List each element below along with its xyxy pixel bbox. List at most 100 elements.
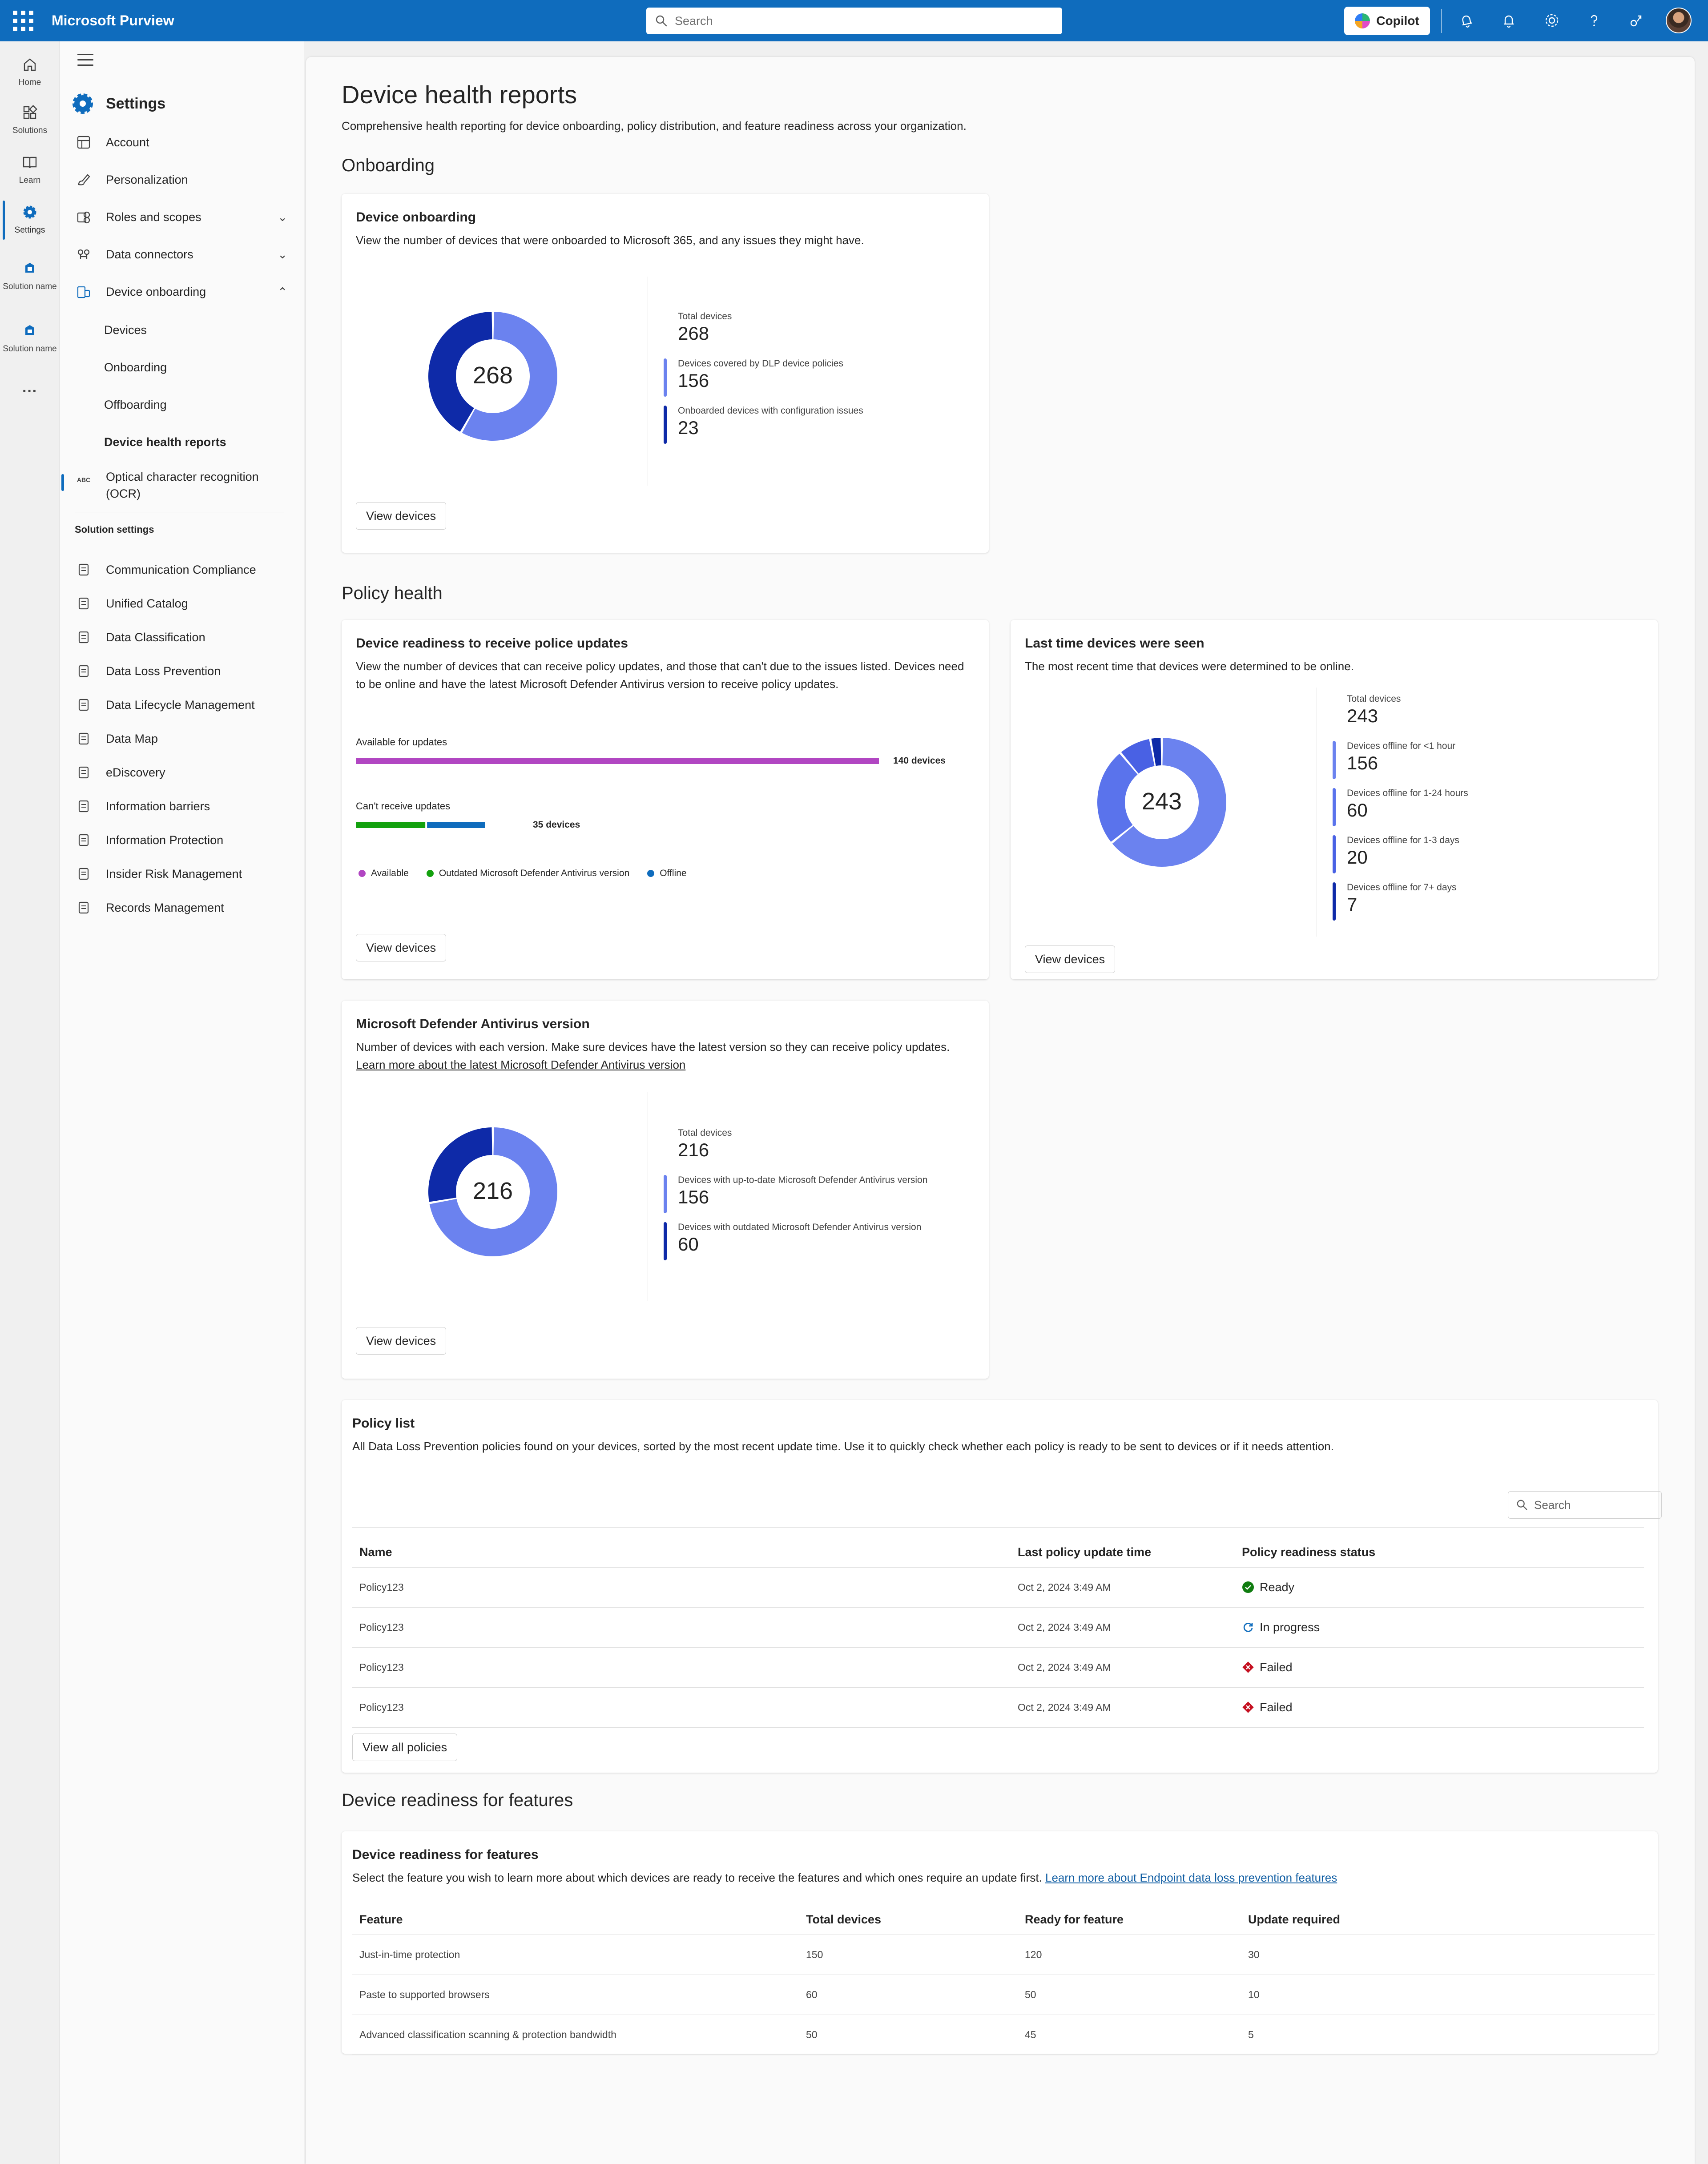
- policy-name-cell[interactable]: Policy123: [352, 1567, 1011, 1608]
- table-row[interactable]: Policy123 Oct 2, 2024 3:49 AM In progress: [352, 1607, 1644, 1648]
- nav-solution-label: Information Protection: [106, 833, 224, 847]
- rail-more-button[interactable]: ···: [0, 383, 60, 400]
- column-header[interactable]: Total devices: [799, 1895, 1018, 1935]
- nav-solution-dlp[interactable]: Data Loss Prevention: [75, 658, 293, 684]
- nav-item-data-connectors[interactable]: Data connectors ⌄: [75, 241, 293, 268]
- nav-item-ocr[interactable]: ABC Optical character recognition (OCR): [75, 468, 293, 506]
- nav-solution-label: Data Lifecycle Management: [106, 698, 255, 712]
- nav-solution-lifecycle[interactable]: Data Lifecycle Management: [75, 692, 293, 718]
- roles-icon: [75, 208, 93, 226]
- app-launcher-icon[interactable]: [12, 10, 34, 32]
- column-header[interactable]: Update required: [1241, 1895, 1655, 1935]
- table-header-row: Name Last policy update time Policy read…: [352, 1527, 1644, 1568]
- table-row[interactable]: Paste to supported browsers 60 50 10: [352, 1975, 1655, 2015]
- failed-icon: [1242, 1701, 1254, 1714]
- view-devices-button[interactable]: View devices: [356, 934, 447, 961]
- defender-version-card: Microsoft Defender Antivirus version Num…: [342, 1001, 989, 1379]
- policy-name-cell[interactable]: Policy123: [352, 1687, 1011, 1728]
- help-icon[interactable]: [1583, 10, 1605, 31]
- rail-home[interactable]: Home: [0, 55, 60, 88]
- global-search-input[interactable]: [675, 14, 1031, 28]
- nav-solution-tag[interactable]: Data Classification: [75, 624, 293, 651]
- table-row[interactable]: Advanced classification scanning & prote…: [352, 2015, 1655, 2055]
- column-header[interactable]: Name: [352, 1527, 1011, 1568]
- policy-table-body: Policy123 Oct 2, 2024 3:49 AM Ready Policy1…: [352, 1567, 1644, 1728]
- bell-icon[interactable]: [1498, 10, 1519, 31]
- table-row[interactable]: Policy123 Oct 2, 2024 3:49 AM Failed: [352, 1647, 1644, 1688]
- update-required-cell: 30: [1241, 1935, 1655, 1975]
- nav-solution-label: Data Map: [106, 732, 158, 745]
- learn-more-defender-link[interactable]: Learn more about the latest Microsoft De…: [356, 1058, 685, 1071]
- solutions-icon: [20, 103, 40, 122]
- column-header[interactable]: Ready for feature: [1018, 1895, 1241, 1935]
- rail-learn[interactable]: Learn: [0, 153, 60, 185]
- nav-solution-catalog[interactable]: Unified Catalog: [75, 590, 293, 617]
- nav-solution-chat[interactable]: Communication Compliance: [75, 556, 293, 583]
- app-title[interactable]: Microsoft Purview: [52, 12, 174, 29]
- nav-sub-device-health-reports[interactable]: Device health reports: [104, 435, 226, 449]
- stat-up-to-date: Devices with up-to-date Microsoft Defend…: [664, 1175, 927, 1213]
- chevron-up-icon[interactable]: ⌃: [278, 285, 287, 299]
- settings-gear-icon[interactable]: [1541, 10, 1563, 31]
- nav-sub-onboarding[interactable]: Onboarding: [104, 361, 167, 374]
- nav-solution-records[interactable]: Records Management: [75, 894, 293, 921]
- nav-solution-label: Records Management: [106, 901, 224, 914]
- notification-bell-sparkle-icon[interactable]: [1456, 10, 1477, 31]
- stat-label: Devices offline for 1-3 days: [1347, 835, 1459, 845]
- chevron-down-icon[interactable]: ⌄: [278, 248, 287, 261]
- table-row[interactable]: Just-in-time protection 150 120 30: [352, 1935, 1655, 1975]
- column-header[interactable]: Last policy update time: [1011, 1527, 1235, 1568]
- global-search[interactable]: [646, 8, 1062, 34]
- copilot-button[interactable]: Copilot: [1344, 7, 1430, 35]
- bar-segment-1[interactable]: [356, 822, 426, 828]
- nav-item-personalization[interactable]: Personalization: [75, 166, 293, 193]
- policy-time-cell: Oct 2, 2024 3:49 AM: [1011, 1687, 1235, 1728]
- nav-solution-insider[interactable]: Insider Risk Management: [75, 861, 293, 887]
- view-all-policies-button[interactable]: View all policies: [352, 1734, 458, 1761]
- hamburger-icon[interactable]: [77, 54, 93, 66]
- policy-search-input[interactable]: [1534, 1498, 1650, 1512]
- nav-solution-label: Unified Catalog: [106, 596, 188, 610]
- bar-segment-0[interactable]: [356, 758, 879, 764]
- column-header[interactable]: Policy readiness status: [1235, 1527, 1644, 1568]
- view-devices-button[interactable]: View devices: [1025, 945, 1116, 973]
- feedback-icon[interactable]: [1626, 10, 1647, 31]
- bar-segment-2[interactable]: [427, 822, 485, 828]
- stat-color-bar: [1333, 882, 1336, 921]
- table-header-row: Feature Total devices Ready for feature …: [352, 1895, 1655, 1935]
- nav-solution-ediscovery[interactable]: eDiscovery: [75, 759, 293, 786]
- feature-readiness-card: Device readiness for features Select the…: [342, 1831, 1658, 2055]
- total-devices-cell: 60: [799, 1975, 1018, 2015]
- nav-sub-devices[interactable]: Devices: [104, 323, 147, 337]
- learn-more-endpoint-dlp-link[interactable]: Learn more about Endpoint data loss prev…: [1045, 1871, 1337, 1884]
- policy-name-cell[interactable]: Policy123: [352, 1647, 1011, 1688]
- rail-solutions[interactable]: Solutions: [0, 103, 60, 136]
- nav-solution-protection[interactable]: Information Protection: [75, 827, 293, 853]
- column-header[interactable]: Feature: [352, 1895, 799, 1935]
- legend-label: Offline: [660, 868, 687, 878]
- table-row[interactable]: Policy123 Oct 2, 2024 3:49 AM Ready: [352, 1567, 1644, 1608]
- rail-solution-2[interactable]: Solution name: [0, 321, 60, 354]
- policy-name-cell[interactable]: Policy123: [352, 1607, 1011, 1648]
- stat-value: 60: [678, 1234, 699, 1255]
- page-title: Device health reports: [342, 80, 577, 109]
- avatar[interactable]: [1666, 8, 1692, 33]
- onboarding-donut-chart: 268: [428, 312, 557, 441]
- rail-settings[interactable]: Settings: [0, 202, 60, 235]
- view-devices-button[interactable]: View devices: [356, 1327, 447, 1355]
- view-devices-button[interactable]: View devices: [356, 502, 447, 530]
- nav-solution-map[interactable]: Data Map: [75, 725, 293, 752]
- nav-item-roles[interactable]: Roles and scopes ⌄: [75, 204, 293, 230]
- rail-settings-label: Settings: [14, 225, 45, 235]
- card-description: View the number of devices that can rece…: [356, 660, 964, 691]
- chevron-down-icon[interactable]: ⌄: [278, 210, 287, 224]
- policy-search[interactable]: [1508, 1491, 1662, 1519]
- nav-title-label: Settings: [106, 95, 166, 112]
- table-row[interactable]: Policy123 Oct 2, 2024 3:49 AM Failed: [352, 1687, 1644, 1728]
- nav-item-device-onboarding[interactable]: Device onboarding ⌃: [75, 278, 293, 305]
- nav-sub-offboarding[interactable]: Offboarding: [104, 398, 167, 412]
- rail-learn-label: Learn: [19, 176, 41, 185]
- nav-item-account[interactable]: Account: [75, 129, 293, 156]
- rail-solution-1[interactable]: Solution name: [0, 258, 60, 292]
- nav-solution-barrier[interactable]: Information barriers: [75, 793, 293, 820]
